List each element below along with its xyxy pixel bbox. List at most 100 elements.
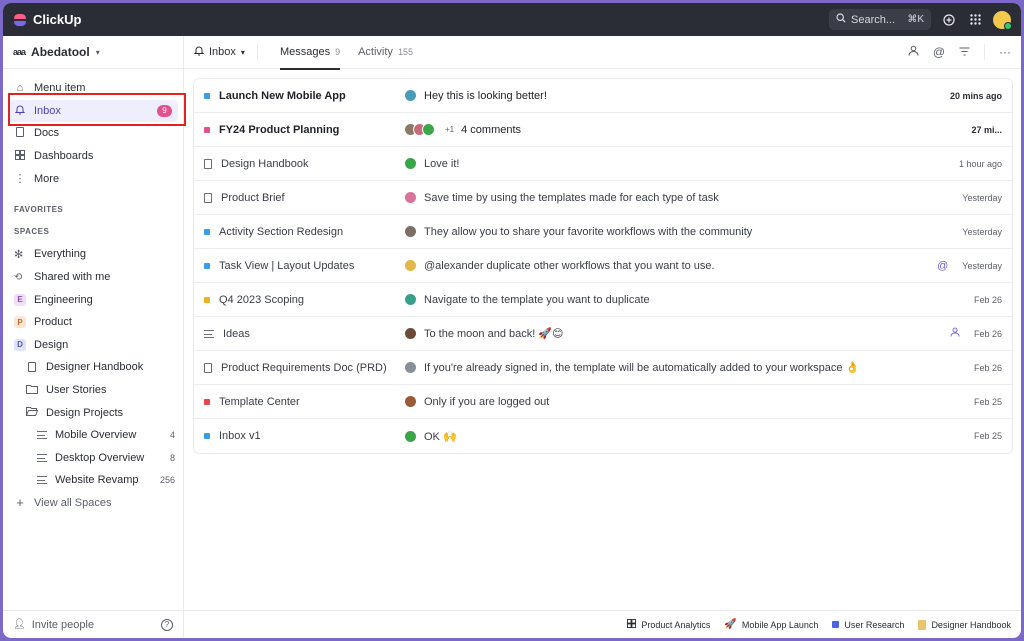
user-avatar[interactable]: [993, 10, 1012, 30]
folder-user-stories[interactable]: User Stories: [26, 379, 183, 402]
bottom-tray: Product Analytics 🚀 Mobile App Launch Us…: [184, 610, 1021, 638]
space-label: Design: [34, 338, 69, 351]
tray-item-user-research[interactable]: User Research: [832, 620, 904, 630]
avatar: [404, 259, 417, 272]
avatar: [404, 89, 417, 102]
folder-icon: [26, 384, 38, 397]
space-product[interactable]: P Product: [14, 311, 183, 334]
avatar: [404, 191, 417, 204]
space-engineering[interactable]: E Engineering: [14, 288, 183, 311]
sidebar-item-more[interactable]: ⋮ More: [8, 167, 178, 190]
search-icon: [836, 13, 846, 26]
sidebar-item-docs[interactable]: Docs: [8, 122, 178, 145]
row-title: Activity Section Redesign: [219, 225, 344, 238]
filter-icon[interactable]: [959, 45, 970, 59]
tab-messages[interactable]: Messages 9: [279, 36, 341, 70]
table-row[interactable]: FY24 Product Planning +1 4 comments 27 m…: [194, 113, 1012, 147]
task-count: 8: [169, 452, 175, 463]
table-row[interactable]: Activity Section Redesign They allow you…: [194, 215, 1012, 249]
table-row[interactable]: Product Requirements Doc (PRD) If you're…: [194, 351, 1012, 385]
tray-item-label: Designer Handbook: [931, 619, 1011, 630]
doc-icon: [204, 158, 212, 169]
list-desktop-overview[interactable]: Desktop Overview 8: [37, 447, 183, 470]
bell-icon: [193, 45, 205, 59]
avatar: [404, 327, 417, 340]
inbox-dropdown[interactable]: Inbox ▾: [193, 43, 258, 61]
sidebar-item-dashboards[interactable]: Dashboards: [8, 145, 178, 168]
table-row[interactable]: Ideas To the moon and back! 🚀😊 Feb 26: [194, 317, 1012, 351]
help-icon[interactable]: ?: [161, 618, 173, 631]
item-label: Design Projects: [46, 406, 124, 419]
row-message: They allow you to share your favorite wo…: [424, 225, 753, 238]
list-website-revamp[interactable]: Website Revamp 256: [37, 469, 183, 492]
doc-icon: [204, 192, 212, 203]
row-message: OK 🙌: [424, 430, 457, 443]
chevron-down-icon: ▾: [240, 47, 245, 57]
more-vertical-icon: ⋮: [14, 173, 26, 186]
brand-name: ClickUp: [33, 12, 82, 27]
square-icon: [832, 621, 840, 628]
add-circle-icon[interactable]: [941, 12, 957, 28]
favorites-heading[interactable]: FAVORITES: [3, 198, 183, 221]
row-message: Hey this is looking better!: [424, 89, 547, 102]
space-design[interactable]: D Design: [14, 334, 183, 357]
tray-item-product-analytics[interactable]: Product Analytics: [627, 619, 710, 630]
avatar: [422, 123, 435, 136]
table-row[interactable]: Q4 2023 Scoping Navigate to the template…: [194, 283, 1012, 317]
main-panel: Inbox ▾ Messages 9 Activity 155 @ ··· La…: [184, 36, 1021, 638]
table-row[interactable]: Launch New Mobile App Hey this is lookin…: [194, 79, 1012, 113]
space-label: Shared with me: [34, 271, 111, 284]
inbox-count-badge: 9: [157, 104, 172, 117]
tray-item-label: Product Analytics: [641, 619, 711, 630]
table-row[interactable]: Template Center Only if you are logged o…: [194, 385, 1012, 419]
space-everything[interactable]: ✻ Everything: [14, 243, 183, 266]
table-row[interactable]: Task View | Layout Updates @alexander du…: [194, 249, 1012, 283]
folder-design-projects[interactable]: Design Projects: [25, 401, 183, 424]
table-row[interactable]: Product Brief Save time by using the tem…: [194, 181, 1012, 215]
folder-open-icon: [25, 406, 39, 419]
task-status-icon: [204, 398, 210, 405]
row-time: Yesterday: [962, 260, 1002, 271]
task-status-icon: [204, 126, 210, 133]
more-horizontal-icon[interactable]: ···: [999, 45, 1011, 59]
spaces-heading[interactable]: SPACES: [3, 221, 183, 244]
table-row[interactable]: Design Handbook Love it! 1 hour ago: [194, 147, 1012, 181]
invite-people-button[interactable]: Invite people: [32, 619, 94, 631]
avatar-stack: [404, 123, 435, 136]
row-time: Feb 26: [973, 362, 1002, 373]
avatar: [404, 429, 417, 443]
dashboard-icon: [14, 149, 26, 163]
mention-filter-icon[interactable]: @: [933, 45, 945, 59]
workspace-name: Abedatool: [31, 45, 90, 59]
row-time: Yesterday: [962, 192, 1002, 203]
avatar: [404, 395, 417, 408]
row-time: 27 mi...: [971, 124, 1002, 135]
space-label: Product: [34, 316, 72, 329]
share-icon: ⟲: [14, 271, 23, 283]
clickup-logo-icon: [13, 13, 27, 27]
apps-grid-icon[interactable]: [967, 12, 983, 28]
sidebar-item-inbox[interactable]: Inbox 9: [8, 99, 178, 123]
workspace-switcher[interactable]: aaa Abedatool ▾: [3, 36, 183, 69]
table-row[interactable]: Inbox v1 OK 🙌 Feb 25: [194, 419, 1012, 453]
row-title: Product Brief: [221, 191, 285, 204]
view-all-spaces-link[interactable]: + View all Spaces: [14, 492, 183, 515]
doc-designer-handbook[interactable]: Designer Handbook: [26, 356, 183, 379]
tab-label: Activity: [358, 46, 393, 58]
row-time: Feb 26: [973, 328, 1002, 339]
item-label: Website Revamp: [55, 474, 139, 487]
space-shared-with-me[interactable]: ⟲ Shared with me: [14, 266, 183, 289]
assignee-filter-icon[interactable]: [908, 45, 919, 59]
tray-item-designer-handbook[interactable]: Designer Handbook: [918, 619, 1011, 630]
task-status-icon: [204, 433, 210, 439]
doc-icon: [28, 362, 36, 373]
notebook-icon: [918, 619, 927, 630]
tab-activity[interactable]: Activity 155: [358, 36, 413, 69]
brand[interactable]: ClickUp: [13, 12, 81, 27]
list-mobile-overview[interactable]: Mobile Overview 4: [37, 424, 183, 447]
tray-item-mobile-app-launch[interactable]: 🚀 Mobile App Launch: [724, 619, 818, 630]
row-message: Save time by using the templates made fo…: [424, 191, 719, 204]
search-button[interactable]: Search... ⌘K: [829, 9, 931, 30]
avatar: [404, 361, 417, 374]
sidebar-item-menu[interactable]: ⌂ Menu item: [8, 77, 178, 100]
